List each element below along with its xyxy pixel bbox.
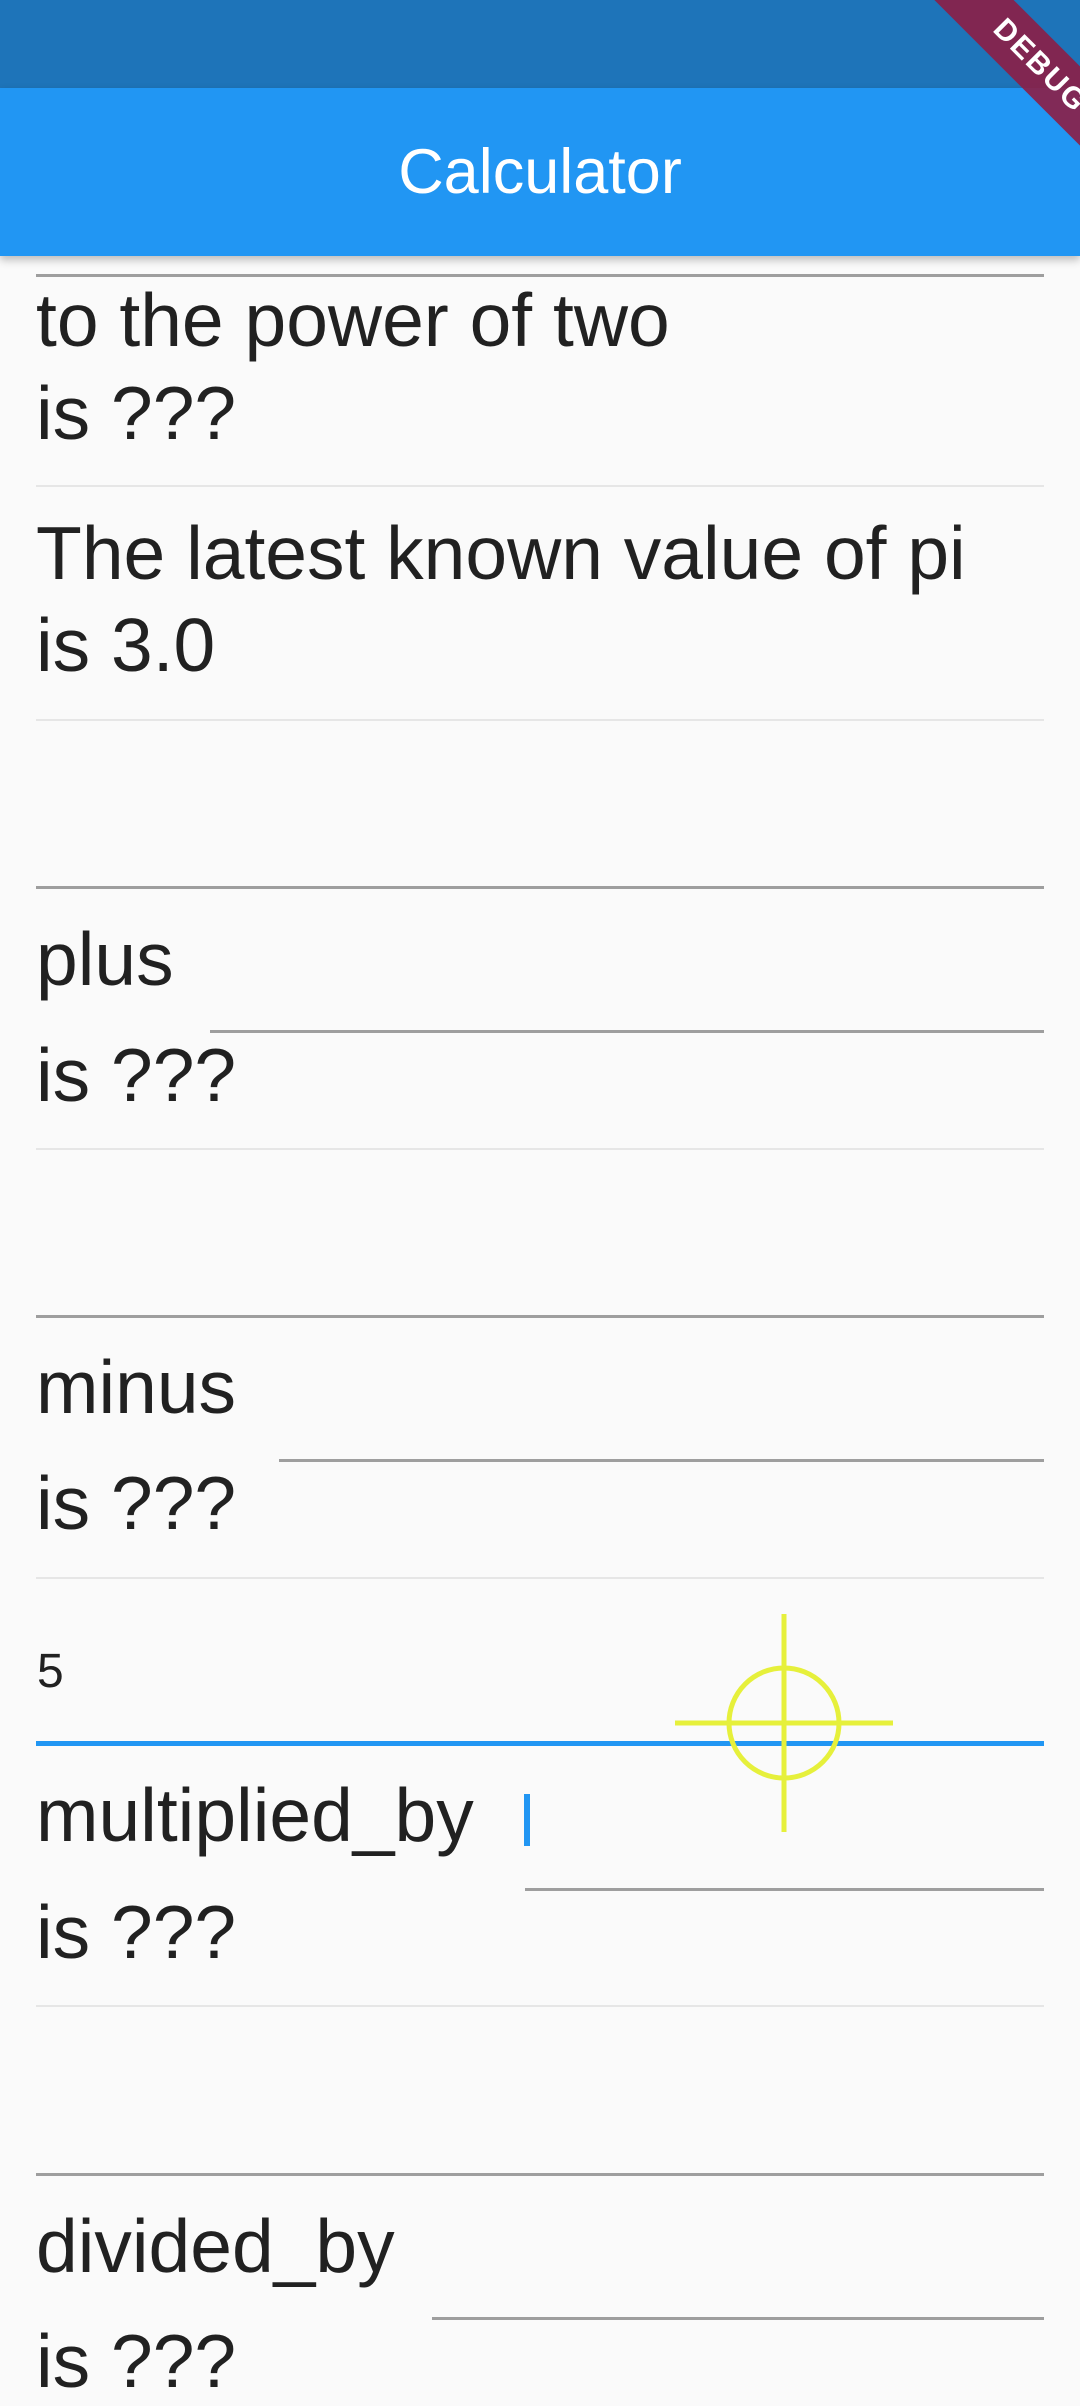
divider (36, 1577, 1044, 1579)
divider (36, 485, 1044, 487)
text-cursor (524, 1794, 530, 1846)
divide-result: is ??? (36, 2319, 237, 2403)
minus-label: minus (36, 1345, 237, 1429)
divider (36, 2005, 1044, 2007)
multiply-right-input[interactable] (525, 1888, 1044, 1891)
plus-right-input[interactable] (210, 1030, 1044, 1033)
power-result: is ??? (36, 371, 237, 455)
multiply-label: multiplied_by (36, 1773, 474, 1857)
divide-left-input[interactable] (36, 2173, 1044, 2176)
pi-label: The latest known value of pi (36, 511, 966, 595)
plus-result: is ??? (36, 1033, 237, 1117)
divider (36, 719, 1044, 721)
minus-right-input[interactable] (279, 1459, 1044, 1462)
divider (36, 1148, 1044, 1150)
pi-result: is 3.0 (36, 603, 216, 687)
plus-label: plus (36, 917, 174, 1001)
minus-result: is ??? (36, 1461, 237, 1545)
page-title: Calculator (398, 137, 682, 207)
power-label: to the power of two (36, 278, 670, 362)
multiply-result: is ??? (36, 1890, 237, 1974)
app-bar: Calculator (0, 88, 1080, 256)
divide-label: divided_by (36, 2204, 395, 2288)
status-bar (0, 0, 1080, 88)
plus-left-input[interactable] (36, 886, 1044, 889)
multiply-left-input[interactable]: 5 (37, 1644, 64, 1700)
divide-right-input[interactable] (432, 2317, 1044, 2320)
minus-left-input[interactable] (36, 1315, 1044, 1318)
touch-crosshair-icon (675, 1614, 893, 1832)
